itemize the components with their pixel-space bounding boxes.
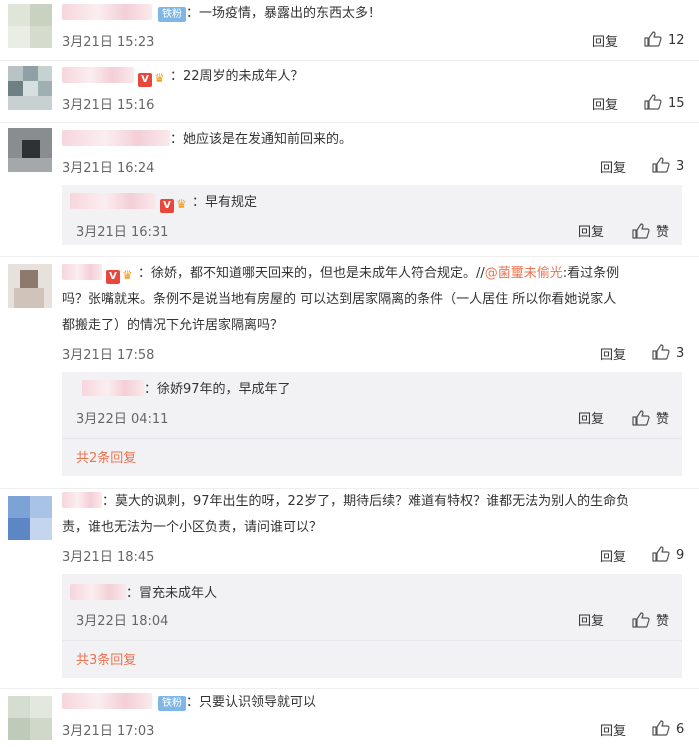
like-count: 6 (676, 722, 685, 737)
username-redacted[interactable] (62, 130, 170, 146)
comment-time: 3月21日 15:23 (62, 35, 155, 50)
divider (0, 256, 699, 257)
thumbs-up-icon (652, 344, 670, 360)
comment-text-line2: 吗？张嘴就来。条例不是说当地有房屋的 可以达到居家隔离的条件（一人居住 所以你看… (62, 292, 617, 307)
verified-v-icon: V (106, 270, 120, 284)
like-button[interactable]: 9 (652, 546, 684, 563)
avatar[interactable] (8, 128, 52, 172)
username-redacted[interactable] (62, 4, 152, 20)
verified-v-icon: V (138, 73, 152, 87)
crown-icon: ♛ (176, 197, 187, 211)
like-label: 赞 (656, 225, 670, 240)
comment-text: V ♛ ：22周岁的未成年人？ (62, 65, 304, 88)
thumbs-up-icon (652, 157, 670, 173)
like-label: 赞 (656, 412, 670, 427)
username-redacted[interactable] (70, 193, 156, 209)
like-button[interactable]: 3 (652, 157, 684, 174)
more-replies-link[interactable]: 共2条回复 (76, 447, 136, 466)
username-redacted[interactable] (82, 380, 144, 396)
comment-text-line1: ：莫大的讽刺，97年出生的呀，22岁了，期待后续？难道有特权？谁都无法为别人的生… (62, 490, 629, 513)
like-count: 3 (676, 346, 685, 361)
crown-icon: ♛ (154, 71, 165, 85)
sub-reply-text: V ♛ ：早有规定 (70, 191, 257, 214)
divider (0, 488, 699, 489)
sub-reply-text: ：冒充未成年人 (70, 582, 217, 605)
sub-reply-time: 3月21日 16:31 (76, 225, 169, 240)
comment-time: 3月21日 17:58 (62, 348, 155, 363)
comment-time: 3月21日 18:45 (62, 550, 155, 565)
thumbs-up-icon (632, 410, 650, 426)
verified-v-icon: V (160, 199, 174, 213)
username-redacted[interactable] (62, 67, 134, 83)
comment-time: 3月21日 16:24 (62, 161, 155, 176)
like-button[interactable]: 赞 (632, 408, 669, 427)
like-count: 12 (668, 33, 685, 48)
fan-badge: 铁粉 (158, 7, 186, 22)
reply-button[interactable]: 回复 (592, 94, 618, 113)
like-count: 3 (676, 159, 685, 174)
sub-reply-text: ：徐娇97年的，早成年了 (82, 378, 291, 401)
comment-text-line3: 都搬走了）的情况下允许居家隔离吗？ (62, 318, 284, 333)
reply-button[interactable]: 回复 (600, 546, 626, 565)
like-count: 15 (668, 96, 685, 111)
more-replies-link[interactable]: 共3条回复 (76, 649, 136, 668)
reply-button[interactable]: 回复 (578, 610, 604, 629)
avatar[interactable] (8, 696, 52, 740)
mention-link[interactable]: @菌璽未偷光 (485, 266, 563, 281)
comment-text: ：她应该是在发通知前回来的。 (62, 128, 352, 151)
username-redacted[interactable] (62, 693, 152, 709)
divider (0, 122, 699, 123)
comment-text: 铁粉 ：一场疫情，暴露出的东西太多！ (62, 2, 381, 25)
like-button[interactable]: 赞 (632, 221, 669, 240)
divider (0, 688, 699, 689)
avatar[interactable] (8, 264, 52, 308)
divider (62, 438, 682, 439)
reply-button[interactable]: 回复 (600, 344, 626, 363)
comment-time: 3月21日 17:03 (62, 724, 155, 739)
sub-reply-time: 3月22日 18:04 (76, 614, 169, 629)
sub-reply: ：冒充未成年人 3月22日 18:04 回复 赞 共3条回复 (62, 574, 682, 678)
crown-icon: ♛ (122, 268, 133, 282)
thumbs-up-icon (644, 94, 662, 110)
thumbs-up-icon (652, 546, 670, 562)
thumbs-up-icon (632, 223, 650, 239)
reply-button[interactable]: 回复 (578, 408, 604, 427)
reply-button[interactable]: 回复 (600, 157, 626, 176)
thumbs-up-icon (644, 31, 662, 47)
like-count: 9 (676, 548, 685, 563)
reply-button[interactable]: 回复 (592, 31, 618, 50)
comment-text-line2: 责，谁也无法为一个小区负责，请问谁可以？ (62, 520, 323, 535)
fan-badge: 铁粉 (158, 696, 186, 711)
username-redacted[interactable] (62, 492, 102, 508)
like-label: 赞 (656, 614, 670, 629)
like-button[interactable]: 12 (644, 31, 685, 48)
sub-reply: V ♛ ：早有规定 3月21日 16:31 回复 赞 (62, 185, 682, 245)
like-button[interactable]: 15 (644, 94, 685, 111)
like-button[interactable]: 6 (652, 720, 684, 737)
username-redacted[interactable] (70, 584, 126, 600)
avatar[interactable] (8, 4, 52, 48)
divider (62, 640, 682, 641)
reply-button[interactable]: 回复 (600, 720, 626, 739)
comment-text: 铁粉 ：只要认识领导就可以 (62, 691, 316, 714)
reply-button[interactable]: 回复 (578, 221, 604, 240)
like-button[interactable]: 赞 (632, 610, 669, 629)
username-redacted[interactable] (62, 264, 102, 280)
sub-reply-time: 3月22日 04:11 (76, 412, 169, 427)
thumbs-up-icon (632, 612, 650, 628)
avatar[interactable] (8, 496, 52, 540)
sub-reply: ：徐娇97年的，早成年了 3月22日 04:11 回复 赞 共2条回复 (62, 372, 682, 476)
thumbs-up-icon (652, 720, 670, 736)
divider (0, 60, 699, 61)
comment-text-line1: V ♛ ：徐娇，都不知道哪天回来的，但也是未成年人符合规定。//@菌璽未偷光:看过条… (62, 262, 619, 285)
like-button[interactable]: 3 (652, 344, 684, 361)
comment-time: 3月21日 15:16 (62, 98, 155, 113)
avatar[interactable] (8, 66, 52, 110)
